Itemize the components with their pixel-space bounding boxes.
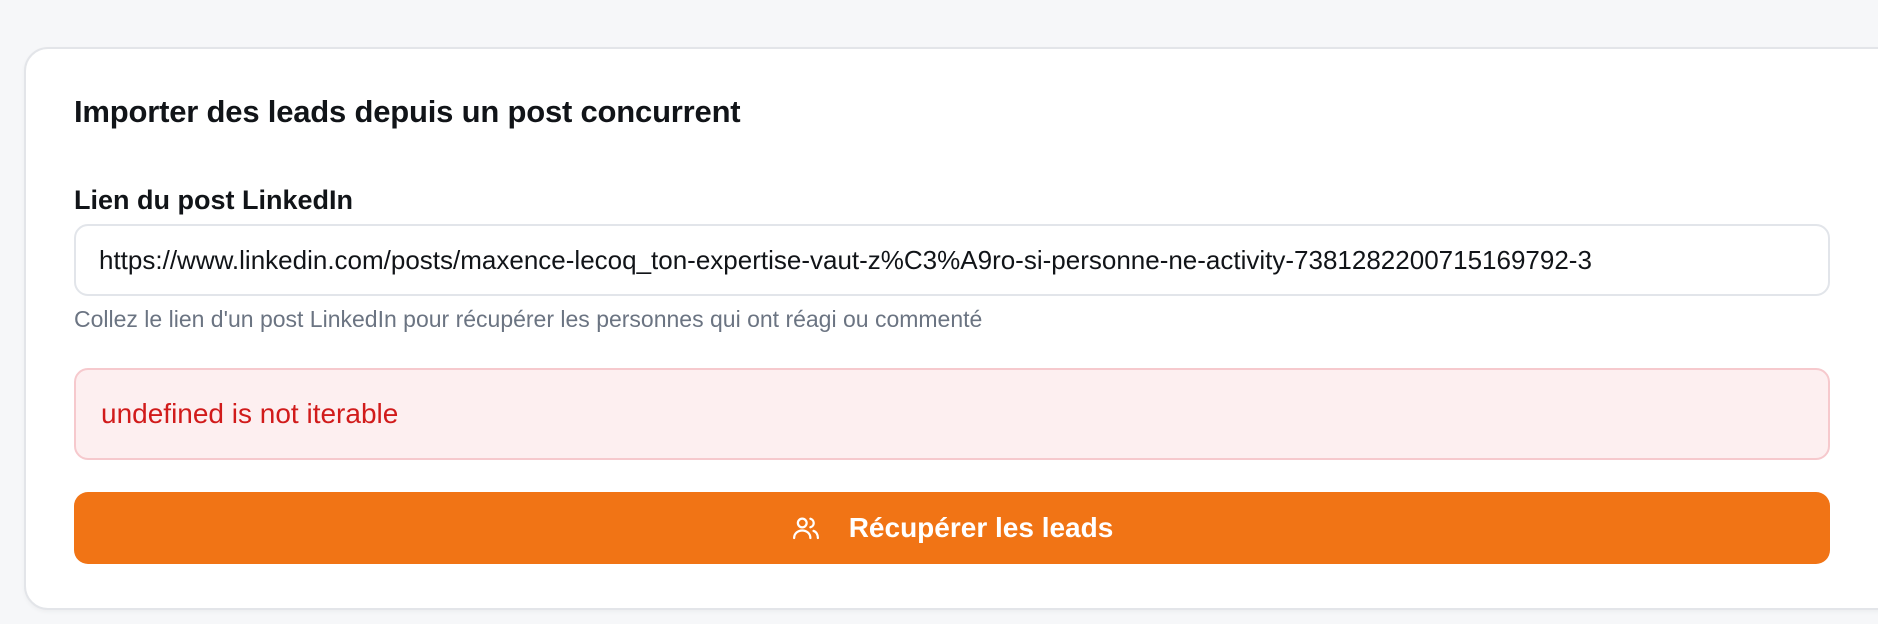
help-text: Collez le lien d'un post LinkedIn pour r… xyxy=(74,306,983,332)
users-icon xyxy=(791,513,821,543)
error-message: undefined is not iterable xyxy=(101,398,399,429)
card-title: Importer des leads depuis un post concur… xyxy=(74,94,741,129)
post-link-input[interactable] xyxy=(74,224,1830,296)
error-alert: undefined is not iterable xyxy=(74,368,1830,460)
fetch-leads-button[interactable]: Récupérer les leads xyxy=(74,492,1830,564)
post-link-label: Lien du post LinkedIn xyxy=(74,185,353,215)
fetch-leads-label: Récupérer les leads xyxy=(848,512,1114,543)
